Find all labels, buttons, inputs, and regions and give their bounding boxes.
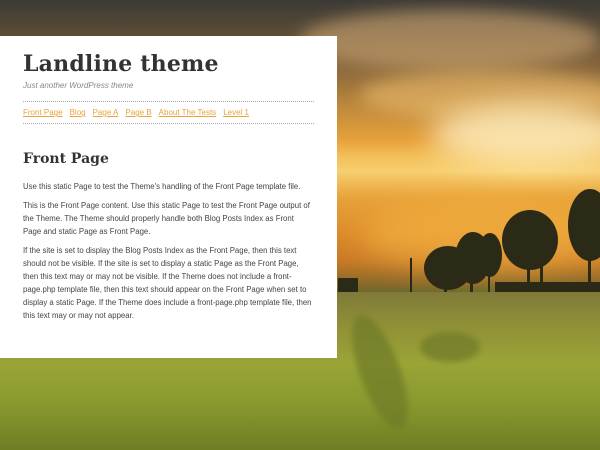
content-panel: Landline theme Just another WordPress th… <box>0 36 337 358</box>
nav-item-level-1[interactable]: Level 1 <box>223 108 249 118</box>
divider-bottom <box>23 123 314 124</box>
nav-item-front-page[interactable]: Front Page <box>23 108 63 118</box>
content-paragraph: This is the Front Page content. Use this… <box>23 201 310 236</box>
site-title[interactable]: Landline theme <box>23 50 314 78</box>
nav-item-page-b[interactable]: Page B <box>125 108 151 118</box>
content-paragraph: Use this static Page to test the Theme's… <box>23 182 301 191</box>
nav-item-about-the-tests[interactable]: About The Tests <box>159 108 217 118</box>
page-title: Front Page <box>23 151 109 167</box>
nav-item-page-a[interactable]: Page A <box>93 108 119 118</box>
power-pole <box>410 258 412 296</box>
main-navigation: Front Page Blog Page A Page B About The … <box>23 102 314 123</box>
nav-item-blog[interactable]: Blog <box>70 108 86 118</box>
content-paragraph: If the site is set to display the Blog P… <box>23 246 312 320</box>
site-tagline: Just another WordPress theme <box>23 81 134 90</box>
